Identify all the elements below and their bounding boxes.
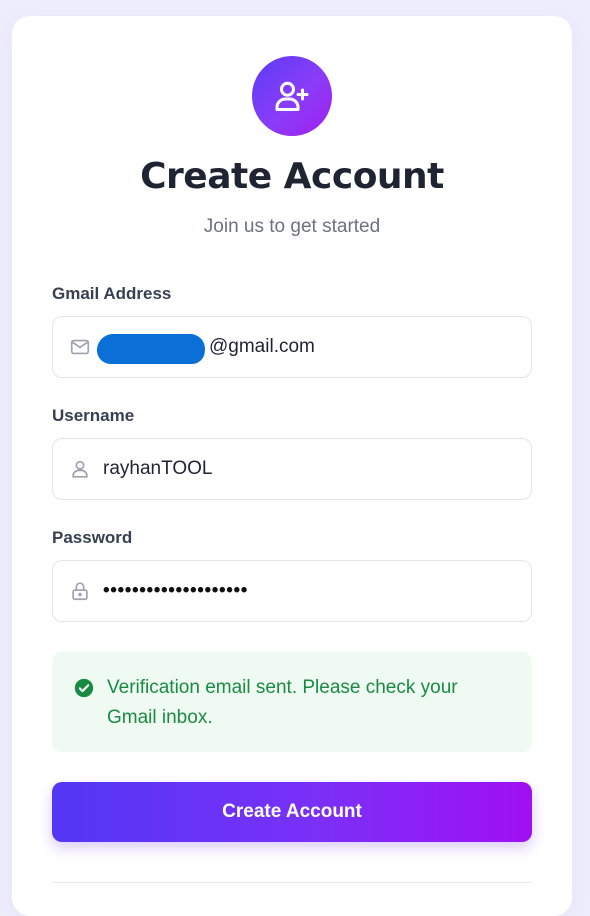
password-value: ••••••••••••••••••••: [103, 580, 249, 601]
user-plus-icon: [275, 81, 309, 111]
email-field[interactable]: @gmail.com: [52, 316, 532, 378]
page-title: Create Account: [140, 156, 444, 197]
user-icon: [68, 457, 92, 481]
password-field[interactable]: ••••••••••••••••••••: [52, 560, 532, 622]
check-circle-icon: [74, 678, 94, 703]
success-alert: Verification email sent. Please check yo…: [52, 652, 532, 752]
lock-icon: [68, 579, 92, 603]
user-plus-badge: [252, 56, 332, 136]
signup-card: Create Account Join us to get started Gm…: [12, 16, 572, 916]
email-value: @gmail.com: [209, 336, 315, 357]
email-label: Gmail Address: [52, 284, 172, 303]
password-label: Password: [52, 528, 133, 547]
alert-message: Verification email sent. Please check yo…: [107, 677, 458, 728]
page-subtitle: Join us to get started: [203, 216, 381, 237]
username-value: rayhanTOOL: [103, 458, 213, 479]
username-field[interactable]: rayhanTOOL: [52, 438, 532, 500]
redaction-mark: [95, 334, 207, 364]
create-account-button[interactable]: Create Account: [52, 782, 532, 842]
divider: [52, 882, 532, 883]
username-label: Username: [52, 406, 135, 425]
mail-icon: [68, 335, 92, 359]
